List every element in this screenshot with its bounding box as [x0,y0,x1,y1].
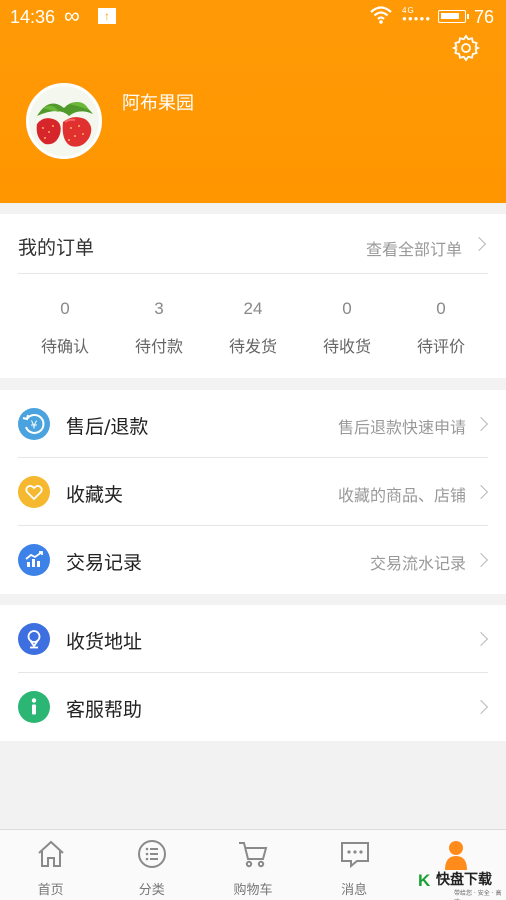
home-icon [38,840,64,867]
status-bar: 14:36 ∞ ↑ 4G ●●●●● 76 [0,0,506,34]
tab-home[interactable]: 首页 [0,830,101,900]
watermark-k: K [418,871,431,890]
chevron-right-icon [473,416,489,432]
signal-icon: 4G ●●●●● [402,6,432,23]
status-time: 14:36 [10,7,56,27]
menu-label: 收货地址 [66,631,143,653]
shop-name: 阿布果园 [122,93,194,114]
menu-item-after-sales[interactable]: ¥ 售后/退款 售后退款快速申请 [0,390,506,458]
location-icon [18,623,50,655]
tab-label: 首页 [37,883,64,898]
tab-messages[interactable]: 消息 [304,830,405,900]
stat-label: 待付款 [134,337,183,356]
info-icon [18,691,50,723]
chevron-right-icon [473,699,489,715]
chevron-right-icon [471,236,487,252]
menu-group-2: 收货地址 客服帮助 [0,605,506,741]
chevron-right-icon [473,552,489,568]
list-icon [138,840,167,868]
menu-item-transactions[interactable]: 交易记录 交易流水记录 [0,526,506,594]
chevron-right-icon [473,631,489,647]
stat-pending-payment[interactable]: 3 待付款 [112,299,206,359]
orders-title: 我的订单 [18,237,95,259]
profile-icon [444,841,467,870]
watermark-text: 快盘下载 [436,872,492,888]
tab-cart[interactable]: 购物车 [202,830,303,900]
orders-header[interactable]: 我的订单 查看全部订单 [18,214,488,274]
stat-label: 待发货 [228,337,277,356]
menu-item-favorites[interactable]: 收藏夹 收藏的商品、店铺 [0,458,506,526]
svg-text:¥: ¥ [31,419,38,432]
stat-label: 待确认 [40,337,89,356]
menu-hint: 售后退款快速申请 [337,418,466,437]
stat-count: 0 [436,299,446,318]
menu-label: 客服帮助 [66,699,143,721]
upload-icon: ↑ [98,8,116,24]
stat-pending-shipment[interactable]: 24 待发货 [206,299,300,359]
signal-label: 4G [402,6,415,15]
tab-label: 消息 [341,883,368,898]
menu-item-address[interactable]: 收货地址 [0,605,506,673]
stat-count: 0 [60,299,70,318]
stat-pending-review[interactable]: 0 待评价 [394,299,488,359]
tab-category[interactable]: 分类 [101,830,202,900]
menu-hint: 收藏的商品、店铺 [337,486,466,505]
avatar[interactable] [26,83,102,159]
menu-item-customer-service[interactable]: 客服帮助 [0,673,506,741]
my-orders-card: 我的订单 查看全部订单 0 待确认 3 待付款 24 待发货 0 待收货 0 待… [0,214,506,378]
tab-label: 分类 [138,883,165,898]
stat-label: 待评价 [416,337,465,356]
battery-icon [438,10,469,23]
stat-pending-receipt[interactable]: 0 待收货 [300,299,394,359]
chevron-right-icon [473,484,489,500]
battery-percent: 76 [474,7,495,27]
strawberry-avatar-image [29,86,99,156]
menu-label: 售后/退款 [66,416,149,438]
infinity-icon: ∞ [64,3,80,28]
watermark-logo: K 快盘下载 带给您 · 安全 · 高速 [414,868,504,900]
settings-gear-icon[interactable] [452,34,480,62]
menu-group-1: ¥ 售后/退款 售后退款快速申请 收藏夹 收藏的商品、店铺 交易记录 交易流水记… [0,390,506,594]
stat-count: 0 [342,299,352,318]
cart-icon [239,842,268,868]
menu-label: 收藏夹 [66,484,124,506]
profile-header: 14:36 ∞ ↑ 4G ●●●●● 76 阿布果园 [0,0,506,203]
watermark-sub: 带给您 · 安全 · 高速 [454,890,502,900]
menu-hint: 交易流水记录 [369,554,466,573]
stat-count: 3 [154,299,164,318]
refund-icon: ¥ [18,408,50,440]
stat-count: 24 [243,299,263,318]
heart-icon [18,476,50,508]
view-all-orders-link[interactable]: 查看全部订单 [366,236,462,260]
message-icon [340,842,369,869]
tab-label: 购物车 [233,883,273,898]
stat-pending-confirm[interactable]: 0 待确认 [18,299,112,359]
stat-label: 待收货 [322,337,371,356]
order-status-stats: 0 待确认 3 待付款 24 待发货 0 待收货 0 待评价 [18,299,488,359]
wifi-icon [370,6,392,24]
menu-label: 交易记录 [66,552,143,574]
chart-icon [18,544,50,576]
